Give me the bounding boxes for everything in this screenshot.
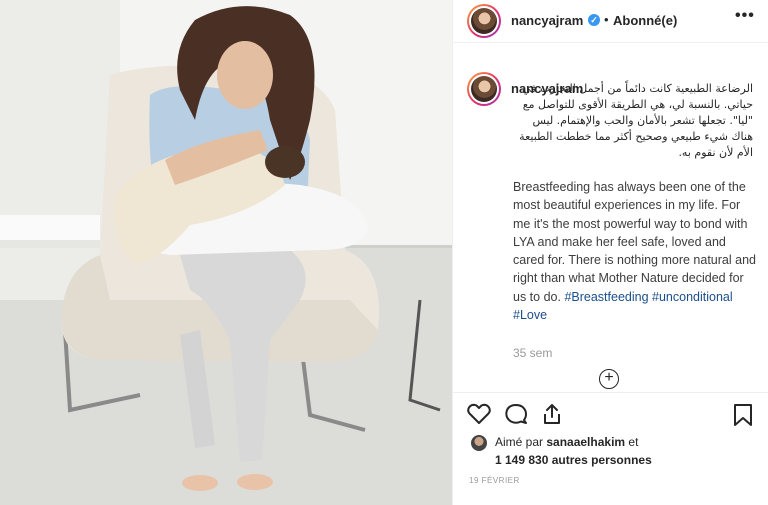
follow-status-button[interactable]: Abonné(e) xyxy=(613,13,677,28)
liked-by-suffix: et xyxy=(625,435,639,449)
likes-section: Aimé par sanaaelhakim et 1 149 830 autre… xyxy=(453,432,768,476)
liked-by-prefix: Aimé par xyxy=(495,435,547,449)
profile-avatar[interactable] xyxy=(467,4,501,38)
like-count[interactable]: 1 149 830 autres personnes xyxy=(495,453,652,467)
post-panel: nancyajram ✓ • Abonné(e) ••• الرضاعة الط… xyxy=(452,0,768,505)
caption-arabic: الرضاعة الطبيعية كانت دائماً من أجمل الت… xyxy=(511,81,753,161)
post-photo[interactable] xyxy=(0,0,452,505)
liked-by-text: Aimé par sanaaelhakim et xyxy=(495,435,638,449)
photo-illustration xyxy=(0,0,452,505)
caption-section: الرضاعة الطبيعية كانت دائماً من أجمل الت… xyxy=(453,44,768,389)
post-header: nancyajram ✓ • Abonné(e) ••• xyxy=(453,0,768,43)
verified-badge-icon: ✓ xyxy=(588,14,600,26)
heart-icon[interactable] xyxy=(467,403,491,425)
liker-avatar[interactable] xyxy=(471,435,487,451)
liked-by-user[interactable]: sanaaelhakim xyxy=(546,435,625,449)
action-bar xyxy=(453,392,768,432)
bookmark-icon[interactable] xyxy=(733,403,753,427)
caption-username[interactable]: nancyajram xyxy=(511,81,583,97)
caption-english: Breastfeeding has always been one of the… xyxy=(513,178,757,324)
hashtag-love[interactable]: #Love xyxy=(513,308,547,322)
share-icon[interactable] xyxy=(541,403,563,425)
hashtag-unconditional[interactable]: #unconditional xyxy=(652,290,733,304)
header-username[interactable]: nancyajram xyxy=(511,13,583,28)
time-ago: 35 sem xyxy=(513,346,553,360)
load-more-comments-icon[interactable]: + xyxy=(599,369,619,389)
post-date: 19 FÉVRIER xyxy=(469,476,520,485)
hashtag-breastfeeding[interactable]: #Breastfeeding xyxy=(564,290,648,304)
caption-avatar[interactable] xyxy=(467,72,501,106)
separator-dot: • xyxy=(604,12,609,27)
comment-icon[interactable] xyxy=(504,403,528,425)
caption-english-text: Breastfeeding has always been one of the… xyxy=(513,180,756,304)
more-options-icon[interactable]: ••• xyxy=(735,7,755,25)
